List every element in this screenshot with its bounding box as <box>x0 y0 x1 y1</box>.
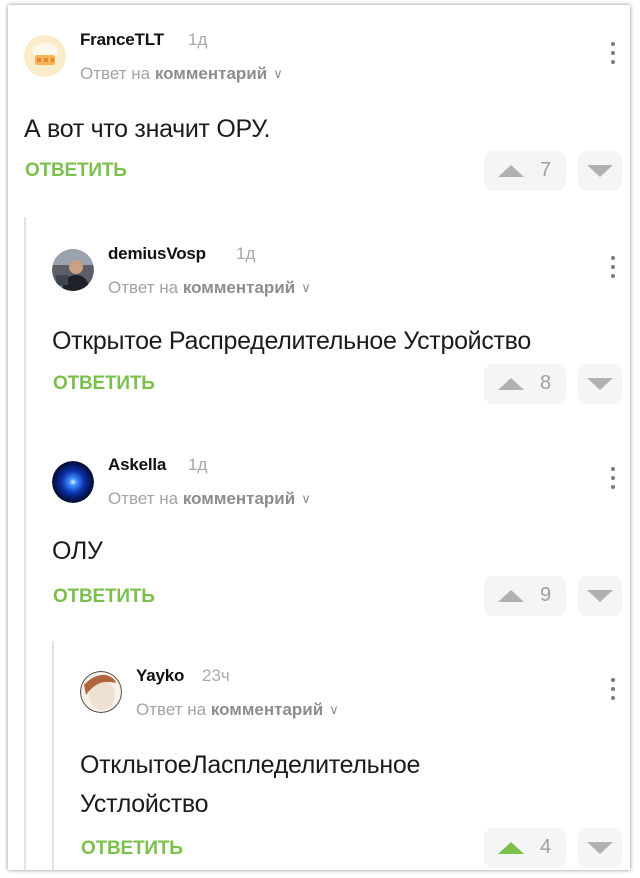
comment-francetlt: FranceTLT 1д Ответ на комментарий ∨ А вот… <box>8 5 630 205</box>
upvote-button[interactable]: 4 <box>484 828 566 868</box>
reply-button[interactable]: ОТВЕТИТЬ <box>53 586 155 608</box>
username[interactable]: FranceTLT <box>80 30 164 50</box>
vote-count: 9 <box>540 584 552 606</box>
egg-avatar[interactable] <box>80 671 122 713</box>
username[interactable]: Askella <box>108 455 166 475</box>
comment-time: 1д <box>236 244 256 263</box>
arrow-up-icon <box>498 165 524 177</box>
chevron-down-icon: ∨ <box>301 491 311 506</box>
arrow-down-icon <box>587 165 613 177</box>
comment-time: 1д <box>188 30 208 49</box>
comment-yayko: Yayko 23ч Ответ на комментарий ∨ Отклытое… <box>8 641 630 870</box>
arrow-up-icon <box>498 842 524 854</box>
downvote-button[interactable] <box>578 364 622 404</box>
reply-button[interactable]: ОТВЕТИТЬ <box>81 838 183 860</box>
username[interactable]: Yayko <box>136 666 184 686</box>
arrow-down-icon <box>587 842 613 854</box>
vote-count: 8 <box>540 372 552 394</box>
downvote-button[interactable] <box>578 576 622 616</box>
chef-hat-avatar[interactable] <box>24 35 66 77</box>
reply-prefix: Ответ на <box>108 489 179 508</box>
comment-text-line1: ОтклытоеЛаспледелительное <box>80 751 421 779</box>
reply-to-link[interactable]: Ответ на комментарий ∨ <box>108 278 311 298</box>
reply-target: комментарий <box>210 700 324 719</box>
reply-prefix: Ответ на <box>108 278 179 297</box>
reply-prefix: Ответ на <box>80 64 151 83</box>
more-vertical-icon[interactable] <box>609 678 617 704</box>
reply-to-link[interactable]: Ответ на комментарий ∨ <box>136 700 339 720</box>
comment-time: 23ч <box>202 666 230 685</box>
blue-orb-avatar[interactable] <box>52 461 94 503</box>
reply-target: комментарий <box>182 489 296 508</box>
comment-text: ОЛУ <box>52 537 103 565</box>
reply-button[interactable]: ОТВЕТИТЬ <box>25 160 127 182</box>
comments-panel: FranceTLT 1д Ответ на комментарий ∨ А вот… <box>8 5 630 870</box>
more-vertical-icon[interactable] <box>609 256 617 282</box>
downvote-button[interactable] <box>578 151 622 191</box>
vote-count: 4 <box>540 836 552 858</box>
arrow-down-icon <box>587 378 613 390</box>
arrow-up-icon <box>498 590 524 602</box>
chevron-down-icon: ∨ <box>273 66 283 81</box>
arrow-up-icon <box>498 378 524 390</box>
downvote-button[interactable] <box>578 828 622 868</box>
reply-prefix: Ответ на <box>136 700 207 719</box>
reply-target: комментарий <box>154 64 268 83</box>
reply-button[interactable]: ОТВЕТИТЬ <box>53 373 155 395</box>
username[interactable]: demiusVosp <box>108 244 206 264</box>
reply-to-link[interactable]: Ответ на комментарий ∨ <box>80 64 283 84</box>
vote-count: 7 <box>540 159 552 181</box>
comment-text-line2: Устлойство <box>80 790 209 818</box>
arrow-down-icon <box>587 590 613 602</box>
upvote-button[interactable]: 7 <box>484 151 566 191</box>
comment-text: Открытое Распределительное Устройство <box>52 327 531 355</box>
comment-time: 1д <box>188 455 208 474</box>
more-vertical-icon[interactable] <box>609 467 617 493</box>
reply-target: комментарий <box>182 278 296 297</box>
comment-text: А вот что значит ОРУ. <box>24 115 271 143</box>
upvote-button[interactable]: 9 <box>484 576 566 616</box>
reply-to-link[interactable]: Ответ на комментарий ∨ <box>108 489 311 509</box>
comment-askella: Askella 1д Ответ на комментарий ∨ ОЛУ ОТВ… <box>8 430 630 630</box>
photo-avatar[interactable] <box>52 249 94 291</box>
chevron-down-icon: ∨ <box>329 702 339 717</box>
chevron-down-icon: ∨ <box>301 280 311 295</box>
more-vertical-icon[interactable] <box>609 42 617 68</box>
comment-demiusvosp: demiusVosp 1д Ответ на комментарий ∨ Откр… <box>8 219 630 419</box>
upvote-button[interactable]: 8 <box>484 364 566 404</box>
